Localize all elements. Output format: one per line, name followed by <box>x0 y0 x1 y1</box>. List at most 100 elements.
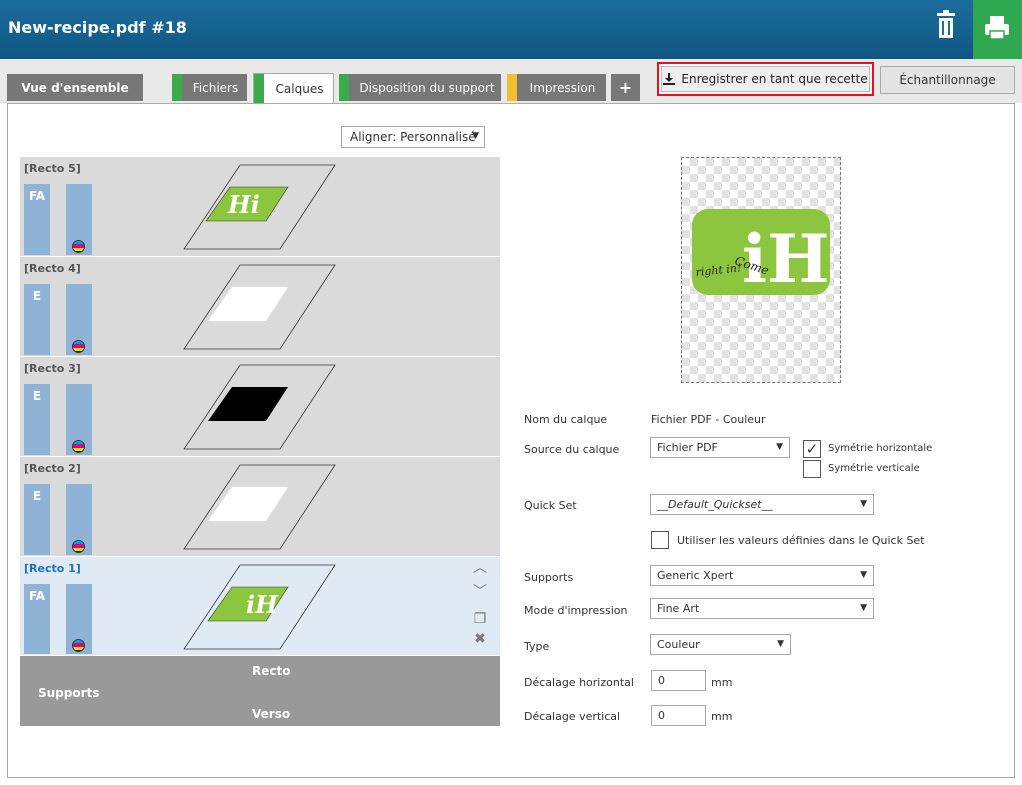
dropdown-arrow-icon: ▼ <box>860 570 867 580</box>
cmyk-icon <box>72 639 85 652</box>
horizontal-offset-input[interactable]: 0 <box>651 670 706 691</box>
app-header: New-recipe.pdf #18 <box>0 0 1022 59</box>
layer-row-recto-3[interactable]: [Recto 3] E <box>20 357 500 457</box>
layer-badge: E <box>32 289 42 303</box>
sampling-label: Échantillonnage <box>899 73 996 87</box>
horizontal-offset-label: Décalage horizontal <box>524 676 634 689</box>
supports-field-label: Supports <box>524 571 574 584</box>
layer-name-label: Nom du calque <box>524 413 608 426</box>
layer-thumbnail <box>183 364 336 450</box>
layer-type-bar: E <box>24 484 50 555</box>
layer-badge: FA <box>28 189 46 203</box>
tab-label: Fichiers <box>192 80 239 95</box>
supports-table: Supports Recto Verso <box>20 656 500 726</box>
layer-row-recto-4[interactable]: [Recto 4] E <box>20 257 500 357</box>
quickset-label: Quick Set <box>524 499 577 512</box>
layer-thumbnail: Hi <box>183 164 336 250</box>
tab-label: Vue d'ensemble <box>21 80 129 95</box>
preview-logo: iH Come right in! <box>692 209 830 298</box>
flip-vertical-label: Symétrie verticale <box>828 463 920 474</box>
dropdown-arrow-icon: ▼ <box>472 131 479 141</box>
plus-icon: + <box>618 78 633 97</box>
layer-type-bar: FA <box>24 584 50 654</box>
sampling-button[interactable]: Échantillonnage <box>880 66 1015 94</box>
dropdown-arrow-icon: ▼ <box>860 603 867 613</box>
layer-color-bar <box>66 584 92 654</box>
flip-horizontal-label: Symétrie horizontale <box>828 443 933 454</box>
layer-type-bar: FA <box>24 184 50 255</box>
layer-name: [Recto 1] <box>24 562 81 575</box>
supports-value: Generic Xpert <box>657 569 734 582</box>
cmyk-icon <box>72 340 85 353</box>
use-quickset-values-checkbox[interactable] <box>651 531 669 549</box>
layer-source-select[interactable]: Fichier PDF ▼ <box>650 437 790 458</box>
layer-color-bar <box>66 384 92 455</box>
quickset-value: __Default_Quickset__ <box>657 498 773 511</box>
supports-label: Supports <box>38 686 100 700</box>
layer-row-recto-1[interactable]: [Recto 1] FA iH ︿ ﹀ ❐ ✖ <box>20 557 500 656</box>
quickset-select[interactable]: __Default_Quickset__ ▼ <box>650 494 874 515</box>
flip-horizontal-checkbox[interactable]: ✓ <box>803 440 821 458</box>
layer-preview: iH Come right in! <box>681 157 841 383</box>
type-value: Couleur <box>657 638 700 651</box>
vertical-offset-unit: mm <box>711 710 733 723</box>
type-select[interactable]: Couleur ▼ <box>650 634 791 655</box>
tab-overview[interactable]: Vue d'ensemble <box>7 74 143 101</box>
tab-printing[interactable]: Impression <box>507 74 606 101</box>
layer-name: [Recto 4] <box>24 262 81 275</box>
layer-color-bar <box>66 484 92 555</box>
thumbnail-logo-text: Hi <box>227 190 260 219</box>
move-down-icon[interactable]: ﹀ <box>470 581 490 601</box>
flip-vertical-checkbox[interactable] <box>803 460 821 478</box>
delete-icon[interactable]: ✖ <box>470 631 490 647</box>
save-as-recipe-button[interactable]: Enregistrer en tant que recette <box>657 62 874 96</box>
add-tab-button[interactable]: + <box>611 74 640 101</box>
tab-files[interactable]: Fichiers <box>172 74 247 101</box>
layer-source-value: Fichier PDF <box>657 441 718 454</box>
tab-media-layout[interactable]: Disposition du support <box>339 74 501 101</box>
download-icon <box>663 73 676 85</box>
layer-name-value: Fichier PDF - Couleur <box>651 413 766 426</box>
cmyk-icon <box>72 440 85 453</box>
printer-icon <box>985 16 1009 40</box>
align-select[interactable]: Aligner: Personnalisé ▼ <box>341 126 485 148</box>
layer-thumbnail <box>183 464 336 550</box>
layer-badge: FA <box>28 589 46 603</box>
dropdown-arrow-icon: ▼ <box>777 639 784 649</box>
layer-name: [Recto 2] <box>24 462 81 475</box>
verso-label: Verso <box>252 707 291 721</box>
document-title: New-recipe.pdf #18 <box>8 18 187 37</box>
dropdown-arrow-icon: ▼ <box>860 499 867 509</box>
layer-row-recto-2[interactable]: [Recto 2] E <box>20 457 500 557</box>
duplicate-icon[interactable]: ❐ <box>470 611 490 627</box>
print-mode-label: Mode d'impression <box>524 604 628 617</box>
print-button[interactable] <box>973 0 1022 59</box>
horizontal-offset-value: 0 <box>658 674 665 687</box>
status-stripe <box>172 74 182 101</box>
layer-row-recto-5[interactable]: [Recto 5] FA Hi <box>20 157 500 257</box>
layer-name: [Recto 5] <box>24 162 81 175</box>
tab-layers[interactable]: Calques <box>253 73 334 103</box>
layer-type-bar: E <box>24 284 50 355</box>
move-up-icon[interactable]: ︿ <box>470 557 490 577</box>
tab-label: Calques <box>275 81 324 96</box>
tab-label: Disposition du support <box>359 80 495 95</box>
supports-select[interactable]: Generic Xpert ▼ <box>650 565 874 586</box>
status-stripe <box>339 74 349 101</box>
layer-thumbnail: iH <box>183 564 336 650</box>
use-quickset-values-label: Utiliser les valeurs définies dans le Qu… <box>677 534 925 547</box>
type-label: Type <box>524 640 550 653</box>
print-mode-select[interactable]: Fine Art ▼ <box>650 598 874 619</box>
recto-label: Recto <box>252 664 291 678</box>
layer-badge: E <box>32 489 42 503</box>
print-mode-value: Fine Art <box>657 602 700 615</box>
tab-label: Impression <box>529 80 596 95</box>
layer-badge: E <box>32 389 42 403</box>
align-value: Aligner: Personnalisé <box>350 130 476 144</box>
layer-name: [Recto 3] <box>24 362 81 375</box>
status-stripe <box>507 74 517 101</box>
status-stripe <box>254 74 264 103</box>
vertical-offset-value: 0 <box>658 709 665 722</box>
trash-icon[interactable] <box>934 10 958 42</box>
vertical-offset-input[interactable]: 0 <box>651 705 706 726</box>
